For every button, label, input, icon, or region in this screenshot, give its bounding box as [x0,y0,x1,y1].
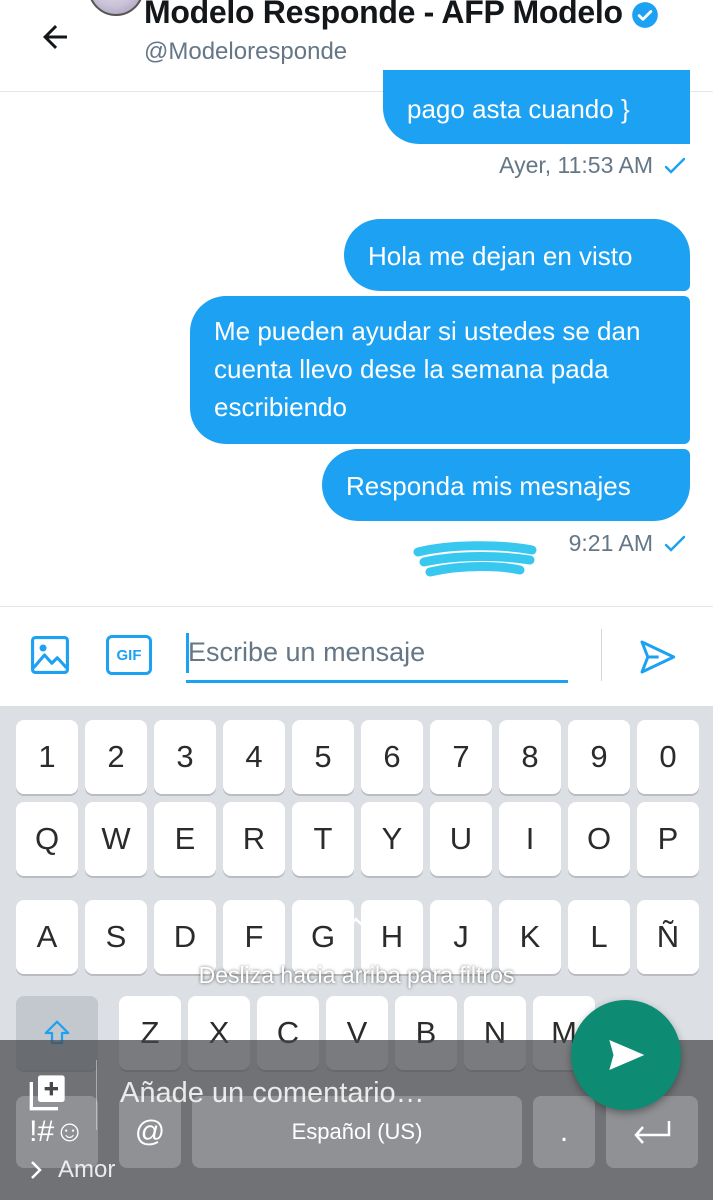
key-i[interactable]: I [499,802,561,876]
key-1[interactable]: 1 [16,720,78,794]
compose-bar: GIF [0,606,713,706]
key-9[interactable]: 9 [568,720,630,794]
key-w[interactable]: W [85,802,147,876]
user-handle: @Modeloresponde [144,38,348,65]
caption-text: Amor [58,1156,116,1183]
divider [601,629,602,681]
key-e[interactable]: E [154,802,216,876]
send-icon[interactable] [636,637,678,677]
key-2[interactable]: 2 [85,720,147,794]
chevron-right-icon [31,1161,42,1179]
key-5[interactable]: 5 [292,720,354,794]
back-button[interactable] [30,14,80,60]
key-u[interactable]: U [430,802,492,876]
message-bubble[interactable]: pago asta cuando } [383,70,690,144]
period-key[interactable]: . [533,1096,595,1168]
timestamp-text: 9:21 AM [568,530,653,556]
key-p[interactable]: P [637,802,699,876]
chevron-up-icon [345,917,367,930]
title-row: Modelo Responde - AFP Modelo [144,0,659,31]
conversation-title: Modelo Responde - AFP Modelo [144,0,623,30]
key-q[interactable]: Q [16,802,78,876]
at-key[interactable]: @ [119,1096,181,1168]
gif-button[interactable]: GIF [106,635,152,675]
filter-hint: Desliza hacia arriba para filtros [198,962,515,988]
message-timestamp: Ayer, 11:53 AM [499,152,687,179]
redaction-scribble [413,541,537,577]
check-icon [664,535,686,552]
key-8[interactable]: 8 [499,720,561,794]
key-6[interactable]: 6 [361,720,423,794]
share-send-button[interactable] [571,1000,681,1110]
space-key[interactable]: Español (US) [192,1096,522,1168]
key-0[interactable]: 0 [637,720,699,794]
arrow-left-icon [43,25,67,49]
enter-icon [634,1121,671,1144]
timestamp-text: Ayer, 11:53 AM [499,152,653,178]
key-3[interactable]: 3 [154,720,216,794]
image-icon[interactable] [28,633,72,677]
avatar[interactable] [88,0,144,16]
key-t[interactable]: T [292,802,354,876]
message-timestamp: 9:21 AM [569,530,687,557]
message-input[interactable] [186,625,568,683]
send-icon [609,1040,645,1070]
key-7[interactable]: 7 [430,720,492,794]
message-bubble[interactable]: Responda mis mesnajes [322,449,690,521]
message-bubble[interactable]: Me pueden ayudar si ustedes se dan cuent… [190,296,690,444]
key-r[interactable]: R [223,802,285,876]
key-o[interactable]: O [568,802,630,876]
caption-row[interactable]: Amor [28,1156,115,1184]
key-4[interactable]: 4 [223,720,285,794]
key-y[interactable]: Y [361,802,423,876]
message-bubble[interactable]: Hola me dejan en visto [344,219,690,291]
text-caret [186,633,189,673]
verified-badge-icon [631,1,658,28]
check-icon [664,157,686,174]
